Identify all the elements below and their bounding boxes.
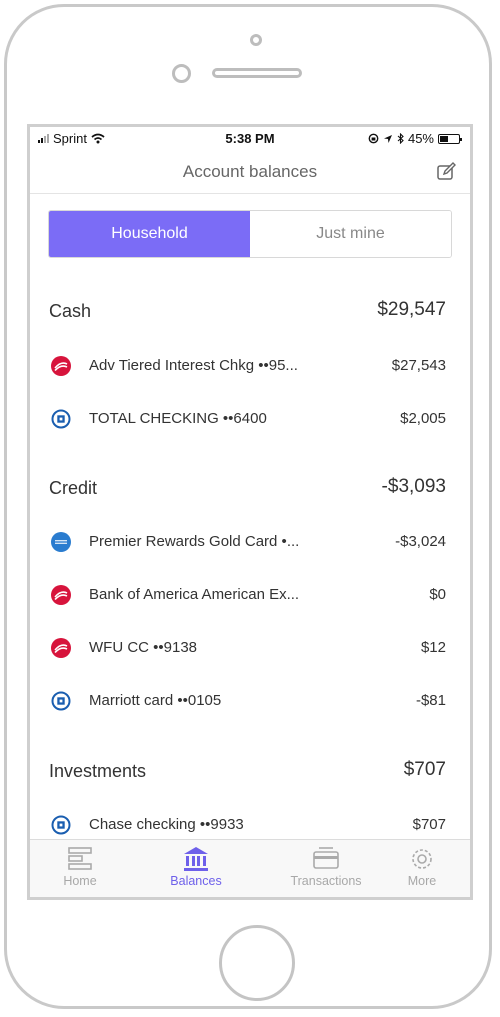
home-icon [68, 847, 92, 870]
rotation-lock-icon [368, 133, 379, 144]
account-row[interactable]: TOTAL CHECKING ••6400 $2,005 [30, 404, 470, 434]
account-row[interactable]: Bank of America American Ex... $0 [30, 580, 470, 610]
battery-fill [440, 135, 449, 142]
bank-of-america-icon [51, 356, 71, 376]
tab-more[interactable]: More [386, 840, 458, 897]
account-name: Adv Tiered Interest Chkg ••95... [89, 357, 298, 374]
account-row[interactable]: Adv Tiered Interest Chkg ••95... $27,543 [30, 351, 470, 381]
tab-label: More [407, 874, 437, 888]
tab-bar: Home Balances Transactions More [30, 839, 470, 897]
front-camera [250, 34, 262, 46]
tab-label: Home [63, 874, 97, 888]
chase-icon [51, 691, 71, 711]
section-total: $707 [403, 759, 446, 780]
account-row[interactable]: WFU CC ••9138 $12 [30, 633, 470, 663]
account-name: Bank of America American Ex... [89, 586, 300, 603]
page-title: Account balances [182, 162, 318, 181]
tab-home[interactable]: Home [40, 840, 120, 897]
account-name: Premier Rewards Gold Card •... [89, 533, 300, 550]
battery-icon [438, 133, 462, 144]
chase-icon [51, 409, 71, 429]
bluetooth-icon [397, 133, 404, 144]
segment-household[interactable]: Household [49, 211, 250, 257]
bank-of-america-icon [51, 585, 71, 605]
segment-just-mine[interactable]: Just mine [250, 211, 451, 257]
nav-bar: Account balances [30, 149, 470, 194]
tab-transactions[interactable]: Transactions [276, 840, 376, 897]
home-button[interactable] [219, 925, 295, 1001]
tab-label: Transactions [290, 874, 362, 888]
account-name: Marriott card ••0105 [89, 692, 222, 709]
chase-icon [51, 815, 71, 835]
location-icon [383, 134, 392, 143]
status-bar: Sprint 5:38 PM 45% [30, 127, 470, 149]
earpiece-speaker [212, 68, 302, 78]
card-icon [313, 847, 339, 869]
account-amount: $707 [412, 816, 446, 833]
account-amount: $0 [429, 586, 446, 603]
tab-label: Balances [170, 874, 222, 888]
section-title: Credit [49, 478, 98, 498]
account-amount: $27,543 [391, 357, 446, 374]
section-title: Investments [49, 761, 147, 781]
account-amount: -$3,024 [395, 533, 446, 550]
account-name: TOTAL CHECKING ••6400 [89, 410, 267, 427]
section-total: $29,547 [377, 299, 446, 320]
battery-percent: 45% [407, 131, 434, 146]
account-amount: $2,005 [400, 410, 446, 427]
account-amount: $12 [420, 639, 446, 656]
account-filter-toggle: Household Just mine [48, 210, 452, 258]
account-row[interactable]: Premier Rewards Gold Card •... -$3,024 [30, 527, 470, 557]
account-row[interactable]: Marriott card ••0105 -$81 [30, 686, 470, 716]
bank-of-america-icon [51, 638, 71, 658]
account-name: Chase checking ••9933 [89, 816, 244, 833]
bank-icon [184, 847, 208, 871]
account-amount: -$81 [415, 692, 446, 709]
section-title: Cash [49, 301, 92, 321]
amex-icon [51, 532, 71, 552]
gear-icon [412, 849, 432, 869]
account-row[interactable]: Chase checking ••9933 $707 [30, 810, 470, 840]
section-total: -$3,093 [381, 476, 446, 497]
app-screen: Sprint 5:38 PM 45% Account balances Hous… [27, 124, 473, 900]
proximity-sensor [172, 64, 191, 83]
tab-balances[interactable]: Balances [156, 840, 236, 897]
edit-icon[interactable] [436, 161, 458, 183]
account-name: WFU CC ••9138 [89, 639, 198, 656]
